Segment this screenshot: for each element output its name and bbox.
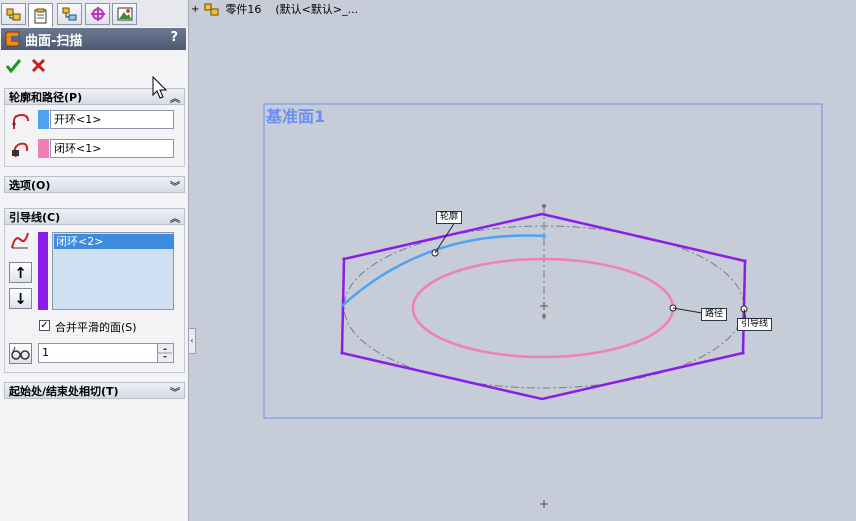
expand-chevron-icon[interactable]: ︾ [170,384,180,399]
arrow-down-icon: ↓ [14,289,27,308]
path-callout-leader [672,307,703,314]
expand-chevron-icon[interactable]: ︾ [170,178,180,193]
section-title: 起始处/结束处相切(T) [9,384,119,398]
plane-label: 基准面1 [266,107,326,126]
path-selection-field[interactable]: 闭环<1> [50,139,174,158]
property-manager-icon [34,8,46,23]
path-selection-icon [12,142,29,158]
ok-checkmark-icon[interactable] [5,57,22,74]
feature-tree-icon [6,8,20,21]
path-color-swatch [38,139,49,158]
section-title: 选项(O) [9,178,51,192]
feature-title-bar: 曲面-扫描 ? [1,28,186,50]
crosshair-icon [90,7,105,21]
collapse-chevron-icon[interactable]: ︽ [170,90,180,105]
section-title: 引导线(C) [9,210,61,224]
feature-title: 曲面-扫描 [25,33,83,49]
section-count-spinner[interactable]: 1 [38,343,174,363]
vertex-point [741,351,745,355]
profile-selection-icon [12,113,29,129]
vertex-point [340,351,344,355]
reference-plane-boundary[interactable] [263,103,823,419]
vertex-point [342,257,346,261]
mouse-cursor-icon [152,76,168,99]
center-point [542,314,546,318]
path-callout[interactable]: 路径 [701,308,728,321]
cancel-x-icon[interactable] [31,58,46,73]
tab-dimxpert-manager[interactable] [85,3,110,25]
merge-smooth-faces-checkbox[interactable]: ✓ [39,320,50,331]
profile-color-swatch [38,110,49,129]
profile-callout[interactable]: 轮廓 [436,211,463,224]
guide-curve-icon [11,232,29,249]
section-header-options[interactable]: 选项(O) ︾ [4,176,185,193]
profile-end-point [542,234,546,238]
tab-feature-manager[interactable] [1,3,26,25]
graphics-viewport[interactable] [190,0,856,521]
show-sections-button[interactable] [9,343,32,364]
move-up-button[interactable]: ↑ [9,262,32,283]
configuration-icon [62,7,76,21]
profile-selection-field[interactable]: 开环<1> [50,110,174,129]
tab-property-manager[interactable] [28,3,53,27]
vertex-point [743,259,747,263]
help-button[interactable]: ? [170,30,178,45]
guide-color-swatch [38,232,48,310]
profile-open-curve[interactable] [341,234,545,307]
list-item[interactable]: 闭环<2> [54,234,174,249]
move-down-button[interactable]: ↓ [9,288,32,309]
spinner-buttons[interactable] [157,344,173,362]
spin-arrows-icon [158,348,172,358]
centerline-end-point [542,204,546,208]
path-closed-ellipse[interactable] [411,257,675,359]
sweep-surface-icon [5,31,20,47]
collapse-chevron-icon[interactable]: ︽ [170,210,180,225]
section-header-guide-curves[interactable]: 引导线(C) ︽ [4,208,185,225]
manager-tabs [0,0,188,27]
glasses-icon [11,346,30,360]
ok-cancel-row [2,54,186,78]
section-title: 轮廓和路径(P) [9,90,83,104]
tab-configuration-manager[interactable] [57,3,82,25]
center-plus-icon [540,302,548,310]
display-manager-icon [117,7,132,21]
tab-display-manager[interactable] [112,3,137,25]
spinner-value: 1 [42,346,49,359]
origin-plus-icon [540,500,548,508]
guide-curves-list[interactable]: 闭环<2> [52,232,174,310]
merge-smooth-faces-label: 合并平滑的面(S) [55,321,137,334]
section-header-tangency[interactable]: 起始处/结束处相切(T) ︾ [4,382,185,399]
guide-callout[interactable]: 引导线 [737,318,773,331]
arrow-up-icon: ↑ [14,263,27,282]
